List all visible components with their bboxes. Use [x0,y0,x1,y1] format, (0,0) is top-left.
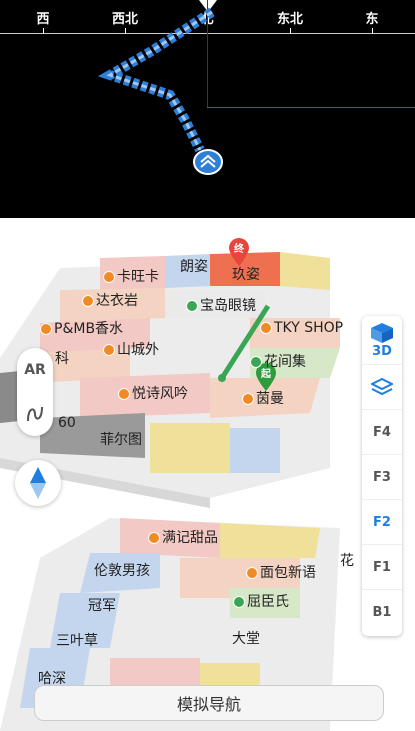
shop-label[interactable]: 花 [340,550,354,570]
floor-button-f2[interactable]: F2 [362,500,402,545]
shop-label[interactable]: 茵曼 [242,388,284,408]
shop-label[interactable]: 卡旺卡 [103,266,159,286]
floor-button-f4[interactable]: F4 [362,410,402,455]
shop-label[interactable]: 冠军 [88,595,116,615]
floor-button-f3[interactable]: F3 [362,455,402,500]
route-icon [27,406,43,422]
left-controls: AR [17,348,53,436]
floor-button-f1[interactable]: F1 [362,545,402,590]
shop-icon [250,356,262,368]
end-marker-label: 终 [234,244,244,255]
route-button[interactable] [17,392,53,436]
shop-label[interactable]: 菲尔图 [100,429,142,449]
shop-label[interactable]: 悦诗风吟 [118,383,188,403]
floor-selector: 3D F4 F3 F2 F1 B1 [362,316,402,636]
simulate-navigation-button[interactable]: 模拟导航 [34,685,384,721]
shop-label[interactable]: TKY SHOP [260,320,343,336]
shop-label[interactable]: P&MB香水 [40,318,123,338]
shop-icon [233,596,245,608]
shop-label[interactable]: 花间集 [250,351,306,371]
layers-button[interactable] [362,365,402,410]
shop-label[interactable]: 屈臣氏 [233,591,289,611]
shop-label[interactable]: 三叶草 [56,630,98,650]
shop-icon [246,567,258,579]
shop-label[interactable]: 山城外 [103,339,159,359]
shop-label[interactable]: 伦敦男孩 [94,560,150,580]
shop-label[interactable]: 达衣岩 [82,290,138,310]
ar-view: 西 西北 北 东北 东 [0,0,415,218]
ar-path-arrow [97,7,215,153]
cube-icon [371,322,393,343]
shop-icon [103,271,115,283]
shop-icon [40,323,52,335]
shop-icon [186,300,198,312]
shop-label[interactable]: 玖姿 [232,264,260,284]
view-3d-button[interactable]: 3D [362,316,402,365]
floor-button-b1[interactable]: B1 [362,590,402,634]
shop-label[interactable]: 朗姿 [180,256,208,276]
shop-icon [260,322,272,334]
shop-label[interactable]: 面包新语 [246,562,316,582]
shop-label[interactable]: 60 [58,415,76,431]
shop-icon [242,393,254,405]
ar-target-icon [193,149,223,175]
layers-icon [371,377,393,396]
shop-label[interactable]: 科 [55,348,69,368]
shop-icon [118,388,130,400]
shop-icon [82,295,94,307]
shop-label[interactable]: 大堂 [232,628,260,648]
shop-label[interactable]: 满记甜品 [148,527,218,547]
shop-icon [148,532,160,544]
compass-arrow-icon [30,467,46,499]
indoor-map-3d[interactable]: 终 起 卡旺卡 朗姿 玖姿 达衣岩 宝岛眼镜 P&MB香水 TKY SHOP 山… [0,218,415,731]
compass-button[interactable] [15,460,61,506]
ar-toggle-button[interactable]: AR [17,348,53,392]
shop-label[interactable]: 宝岛眼镜 [186,295,256,315]
shop-icon [103,344,115,356]
